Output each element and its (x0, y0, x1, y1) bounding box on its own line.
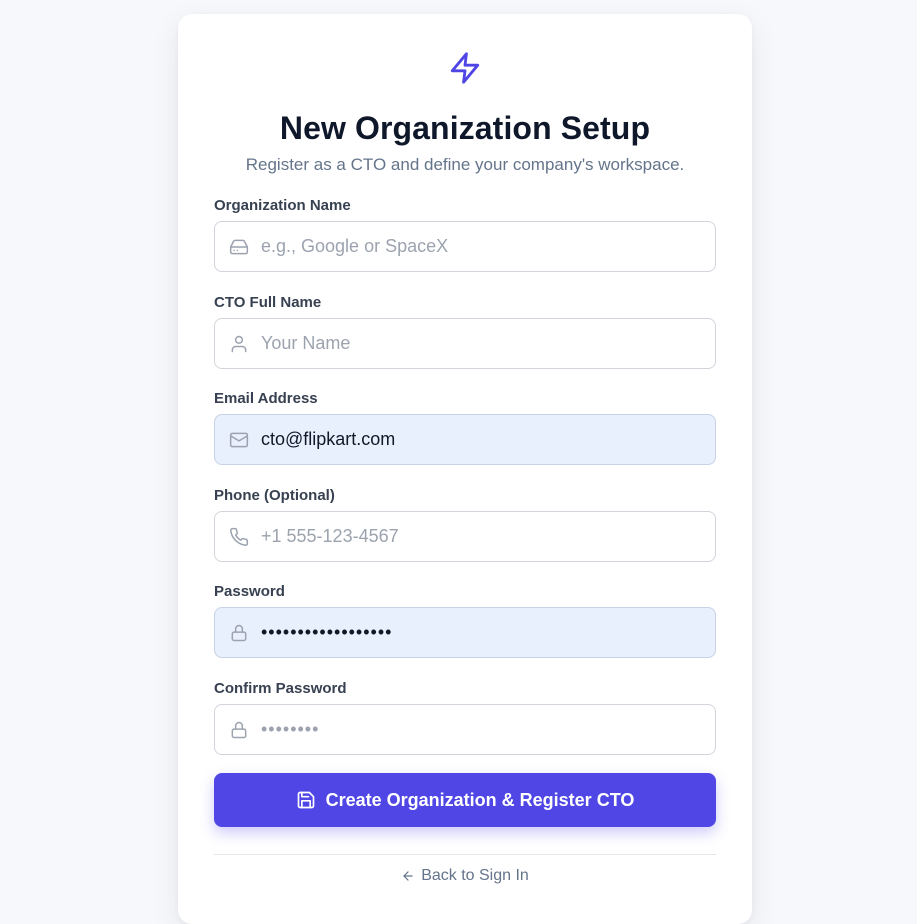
building-icon (215, 222, 261, 271)
zap-icon (448, 50, 482, 86)
create-organization-label: Create Organization & Register CTO (325, 789, 635, 810)
back-to-sign-in-link[interactable]: Back to Sign In (178, 867, 752, 885)
back-to-sign-in-label: Back to Sign In (421, 867, 529, 884)
password-input[interactable] (261, 608, 691, 657)
phone-label: Phone (Optional) (214, 487, 335, 504)
divider (214, 854, 716, 855)
phone-input[interactable] (261, 512, 691, 561)
user-icon (215, 319, 261, 368)
org-name-input[interactable] (261, 222, 691, 271)
save-icon (296, 790, 316, 810)
confirm-password-input[interactable] (261, 705, 691, 754)
org-name-field[interactable] (214, 221, 716, 272)
page-title: New Organization Setup (279, 110, 651, 146)
org-name-label: Organization Name (214, 197, 351, 214)
cto-name-field[interactable] (214, 318, 716, 369)
create-organization-button[interactable]: Create Organization & Register CTO (214, 773, 716, 827)
cto-name-label: CTO Full Name (214, 294, 322, 311)
setup-card: New Organization Setup Register as a CTO… (178, 14, 752, 924)
email-field[interactable] (214, 414, 716, 465)
page-subtitle: Register as a CTO and define your compan… (245, 155, 685, 174)
lock-icon (215, 608, 261, 657)
email-label: Email Address (214, 390, 318, 407)
confirm-password-label: Confirm Password (214, 680, 347, 697)
lock-icon (215, 705, 261, 754)
mail-icon (215, 415, 261, 464)
phone-icon (215, 512, 261, 561)
email-input[interactable] (261, 415, 691, 464)
password-field[interactable] (214, 607, 716, 658)
password-label: Password (214, 583, 285, 600)
cto-name-input[interactable] (261, 319, 691, 368)
confirm-password-field[interactable] (214, 704, 716, 755)
phone-field[interactable] (214, 511, 716, 562)
arrow-left-icon (401, 869, 415, 883)
